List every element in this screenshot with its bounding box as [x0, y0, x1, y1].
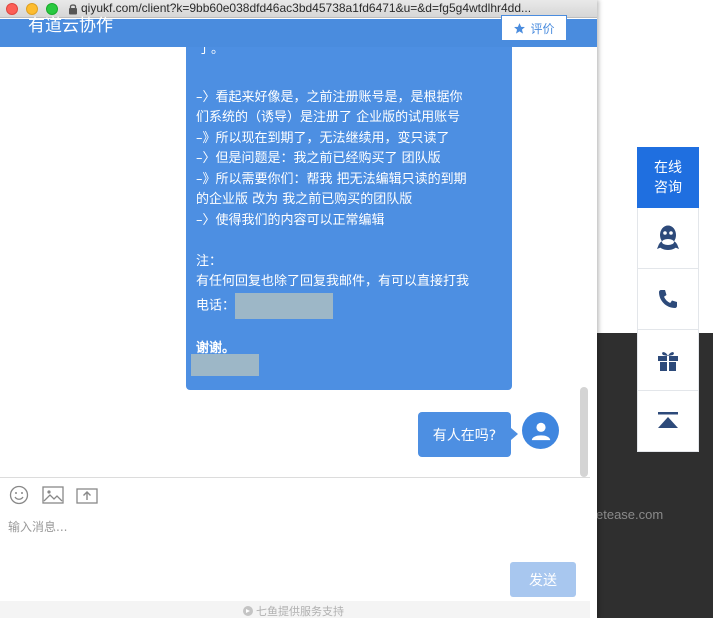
message-text: 有人在吗? — [432, 427, 497, 444]
image-icon — [42, 486, 64, 504]
qq-button[interactable] — [637, 208, 699, 269]
online-consult-button[interactable]: 在线 咨询 — [637, 147, 699, 208]
powered-by-text: 七鱼提供服务支持 — [256, 605, 344, 618]
send-button[interactable]: 发送 — [510, 562, 576, 597]
message-line — [196, 231, 502, 252]
gift-icon — [658, 352, 678, 371]
bubble-tail — [511, 428, 518, 440]
close-window-button[interactable] — [6, 3, 18, 15]
online-consult-label-1: 在线 — [654, 159, 682, 176]
background-domain-text: etease.com — [596, 507, 664, 522]
message-composer: 发送 — [0, 477, 590, 618]
chat-header: 有道云协作 评价 — [0, 15, 597, 47]
redacted-phone-number — [235, 292, 334, 319]
message-line — [196, 67, 502, 88]
message-line: 有任何回复也除了回复我邮件，有可以直接打我 — [196, 274, 470, 289]
rate-button-label: 评价 — [530, 21, 555, 36]
qiyu-logo-icon — [243, 606, 253, 616]
image-button[interactable] — [42, 486, 64, 504]
user-avatar — [522, 412, 559, 449]
message-input[interactable] — [8, 516, 568, 538]
message-list[interactable]: 了。 –〉看起来好像是，之前注册账号是，是根据你 们系统的（诱导）是注册了 企业… — [0, 47, 590, 477]
footer-strip: 七鱼提供服务支持 — [0, 601, 590, 618]
message-line: –〉但是问题是：我之前已经购买了 团队版 — [196, 151, 441, 166]
qq-icon — [657, 225, 679, 250]
address-bar-url[interactable]: qiyukf.com/client?k=9bb60e038dfd46ac3bd4… — [81, 1, 531, 15]
message-line: –〉看起来好像是，之前注册账号是，是根据你 — [196, 89, 463, 105]
sent-message-long: 了。 –〉看起来好像是，之前注册账号是，是根据你 们系统的（诱导）是注册了 企业… — [186, 47, 512, 390]
message-line: –〉使得我们的内容可以正常编辑 — [196, 212, 385, 228]
online-consult-label-2: 咨询 — [654, 179, 682, 196]
redacted-signature — [191, 354, 259, 376]
message-line: –》所以现在到期了，无法继续用，变只读了 — [196, 130, 450, 146]
message-line: 注： — [196, 253, 223, 269]
user-icon — [531, 422, 550, 440]
message-line: –》所以需要你们：帮我 把无法编辑只读的到期 — [196, 171, 467, 187]
message-line — [196, 319, 502, 340]
upload-file-button[interactable] — [76, 486, 98, 504]
emoji-icon — [9, 485, 29, 505]
message-line: 的企业版 改为 我之前已购买的团队版 — [196, 192, 413, 207]
back-to-top-button[interactable] — [637, 391, 699, 452]
powered-by: 七鱼提供服务支持 — [242, 603, 344, 618]
message-line: 们系统的（诱导）是注册了 企业版的试用账号 — [196, 110, 461, 125]
gift-button[interactable] — [637, 330, 699, 391]
chat-popup-window: qiyukf.com/client?k=9bb60e038dfd46ac3bd4… — [0, 0, 597, 618]
emoji-button[interactable] — [8, 485, 30, 505]
message-line-phone: 电话： — [196, 292, 502, 319]
sent-message-short: 有人在吗? — [418, 412, 511, 457]
rate-button[interactable]: 评价 — [501, 15, 567, 41]
chat-title: 有道云协作 — [28, 16, 113, 36]
side-toolbar: 在线 咨询 — [637, 147, 699, 452]
send-button-label: 发送 — [529, 572, 557, 589]
star-icon — [514, 22, 526, 34]
upload-icon — [76, 488, 98, 504]
back-to-top-icon — [658, 412, 678, 428]
phone-label: 电话： — [196, 298, 236, 313]
message-top-fragment: 了。 — [198, 47, 225, 57]
phone-icon — [659, 290, 677, 308]
message-scrollbar[interactable] — [580, 387, 588, 477]
composer-toolbar — [8, 485, 98, 505]
phone-button[interactable] — [637, 269, 699, 330]
